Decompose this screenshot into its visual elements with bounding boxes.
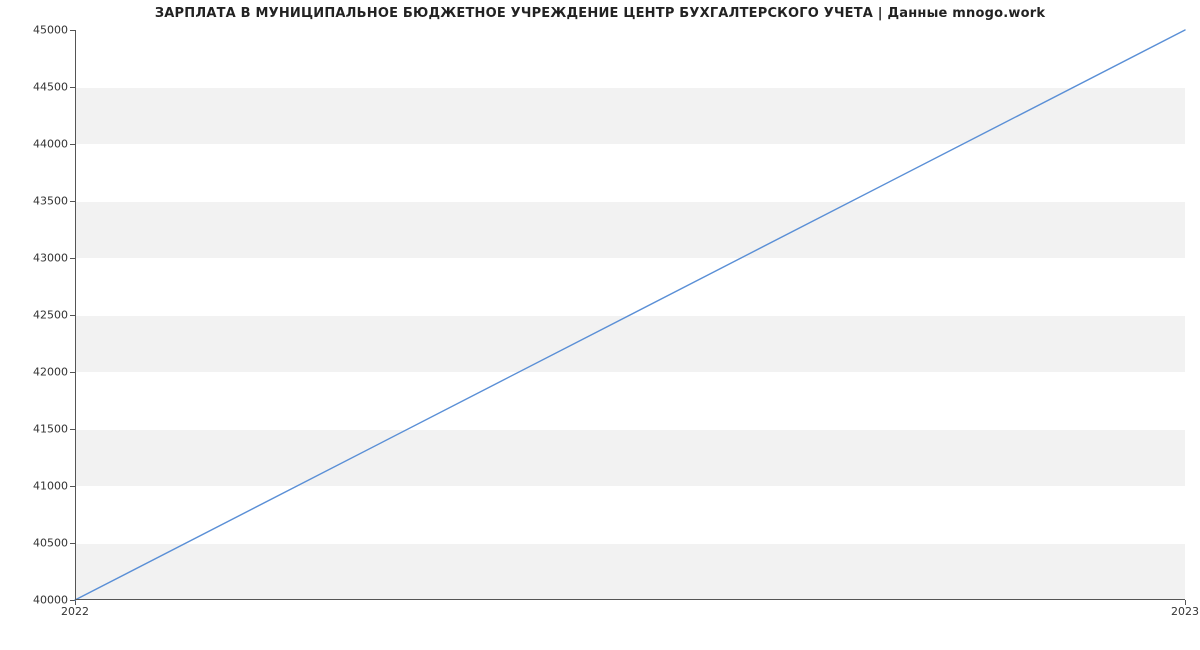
x-tick-label: 2023 (1171, 605, 1199, 618)
plot-area (75, 30, 1185, 600)
y-tick-label: 40000 (8, 594, 68, 607)
salary-line-chart: ЗАРПЛАТА В МУНИЦИПАЛЬНОЕ БЮДЖЕТНОЕ УЧРЕЖ… (0, 0, 1200, 650)
x-tick-mark (75, 600, 76, 605)
y-tick-label: 44000 (8, 138, 68, 151)
x-tick-label: 2022 (61, 605, 89, 618)
y-tick-label: 45000 (8, 24, 68, 37)
x-tick-mark (1185, 600, 1186, 605)
chart-title: ЗАРПЛАТА В МУНИЦИПАЛЬНОЕ БЮДЖЕТНОЕ УЧРЕЖ… (0, 6, 1200, 21)
y-tick-label: 43000 (8, 252, 68, 265)
y-tick-label: 41500 (8, 423, 68, 436)
y-tick-label: 40500 (8, 537, 68, 550)
y-tick-label: 42000 (8, 366, 68, 379)
data-line (75, 30, 1185, 600)
y-tick-label: 42500 (8, 309, 68, 322)
y-tick-label: 43500 (8, 195, 68, 208)
y-tick-label: 41000 (8, 480, 68, 493)
line-layer (75, 30, 1185, 600)
y-tick-label: 44500 (8, 81, 68, 94)
